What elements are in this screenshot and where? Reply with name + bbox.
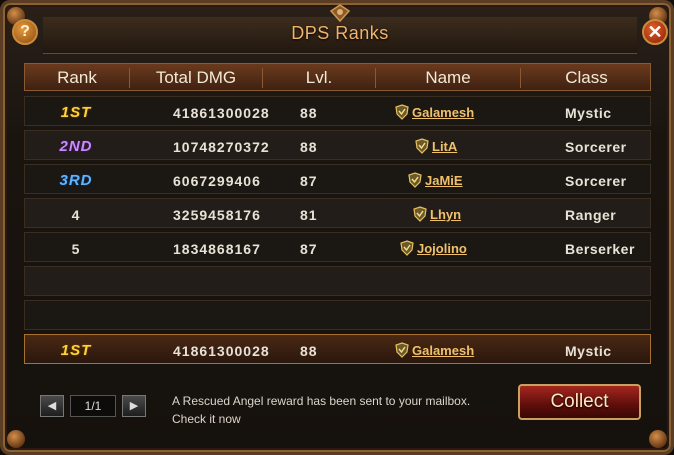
player-name-cell: LitA bbox=[415, 131, 457, 161]
player-name-link[interactable]: LitA bbox=[432, 139, 457, 154]
player-name-link[interactable]: Galamesh bbox=[412, 343, 474, 358]
close-button[interactable]: ✕ bbox=[642, 19, 668, 45]
level: 87 bbox=[300, 241, 318, 257]
player-name-link[interactable]: Jojolino bbox=[417, 241, 467, 256]
column-header-level: Lvl. bbox=[305, 68, 333, 87]
table-row: 5 1834868167 87 Jojolino Berserker bbox=[24, 232, 651, 262]
player-class: Ranger bbox=[565, 207, 617, 223]
player-name-link[interactable]: JaMiE bbox=[425, 173, 463, 188]
guild-shield-icon bbox=[413, 206, 427, 222]
column-header-total-dmg: Total DMG bbox=[155, 68, 237, 87]
level: 81 bbox=[300, 207, 318, 223]
total-dmg: 1834868167 bbox=[173, 241, 261, 257]
table-row-empty bbox=[24, 300, 651, 330]
player-class: Sorcerer bbox=[565, 139, 627, 155]
guild-shield-icon bbox=[415, 138, 429, 154]
table-header: Rank Total DMG Lvl. Name Class bbox=[24, 63, 651, 91]
rank-badge: 1ST bbox=[60, 104, 92, 121]
total-dmg: 10748270372 bbox=[173, 139, 270, 155]
corner-ornament bbox=[649, 430, 667, 448]
player-name-cell: Galamesh bbox=[395, 335, 474, 365]
page-indicator: 1/1 bbox=[70, 395, 116, 417]
guild-shield-icon bbox=[395, 104, 409, 120]
help-button[interactable]: ? bbox=[12, 19, 38, 45]
player-class: Mystic bbox=[565, 105, 612, 121]
player-name-link[interactable]: Galamesh bbox=[412, 105, 474, 120]
rank-number: 5 bbox=[71, 241, 81, 257]
arrow-left-icon: ◀ bbox=[47, 400, 57, 412]
total-dmg: 41861300028 bbox=[173, 105, 270, 121]
player-class: Berserker bbox=[565, 241, 635, 257]
player-class: Sorcerer bbox=[565, 173, 627, 189]
crest-ornament-icon bbox=[329, 4, 351, 23]
player-name-cell: Galamesh bbox=[395, 97, 474, 127]
table-row-empty bbox=[24, 266, 651, 296]
collect-button[interactable]: Collect bbox=[518, 384, 641, 420]
rank-badge: 3RD bbox=[59, 172, 93, 189]
total-dmg: 41861300028 bbox=[173, 343, 270, 359]
prev-page-button[interactable]: ◀ bbox=[40, 395, 64, 417]
level: 88 bbox=[300, 139, 318, 155]
corner-ornament bbox=[7, 430, 25, 448]
guild-shield-icon bbox=[395, 342, 409, 358]
own-rank-row: 1ST 41861300028 88 Galamesh Mystic bbox=[24, 334, 651, 364]
column-header-class: Class bbox=[565, 68, 608, 87]
table-row: 1ST 41861300028 88 Galamesh Mystic bbox=[24, 96, 651, 126]
total-dmg: 3259458176 bbox=[173, 207, 261, 223]
ranking-table: Rank Total DMG Lvl. Name Class 1ST 41861… bbox=[24, 63, 651, 330]
player-name-cell: Lhyn bbox=[413, 199, 461, 229]
player-name-cell: JaMiE bbox=[408, 165, 463, 195]
next-page-button[interactable]: ▶ bbox=[122, 395, 146, 417]
rank-badge: 2ND bbox=[59, 138, 93, 155]
guild-shield-icon bbox=[408, 172, 422, 188]
table-row: 4 3259458176 81 Lhyn Ranger bbox=[24, 198, 651, 228]
level: 88 bbox=[300, 105, 318, 121]
table-row: 2ND 10748270372 88 LitA Sorcerer bbox=[24, 130, 651, 160]
rank-badge: 1ST bbox=[60, 342, 92, 359]
reward-notice: A Rescued Angel reward has been sent to … bbox=[172, 394, 471, 426]
player-name-link[interactable]: Lhyn bbox=[430, 207, 461, 222]
window-title: DPS Ranks bbox=[291, 23, 389, 43]
level: 88 bbox=[300, 343, 318, 359]
table-row: 3RD 6067299406 87 JaMiE Sorcerer bbox=[24, 164, 651, 194]
column-header-rank: Rank bbox=[57, 68, 97, 87]
column-header-name: Name bbox=[425, 68, 471, 87]
player-class: Mystic bbox=[565, 343, 612, 359]
level: 87 bbox=[300, 173, 318, 189]
rank-number: 4 bbox=[71, 207, 81, 223]
guild-shield-icon bbox=[400, 240, 414, 256]
total-dmg: 6067299406 bbox=[173, 173, 261, 189]
player-name-cell: Jojolino bbox=[400, 233, 467, 263]
arrow-right-icon: ▶ bbox=[129, 400, 139, 412]
